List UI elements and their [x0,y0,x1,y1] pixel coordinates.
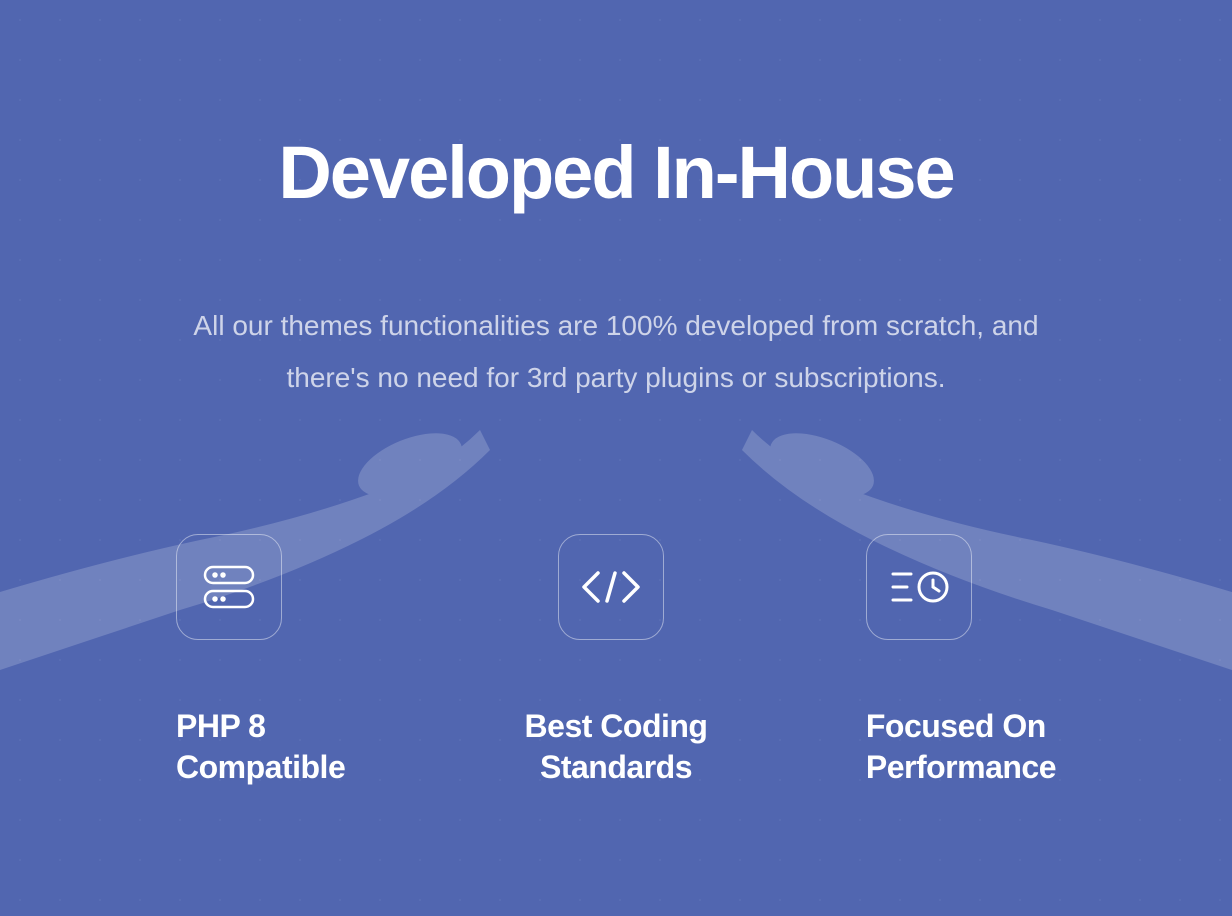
feature-php8: PHP 8 Compatible [176,534,416,789]
features-row: PHP 8 Compatible Best Coding Standards [166,534,1066,789]
list-clock-icon [866,534,972,640]
feature-label: Best Coding Standards [525,706,708,789]
hero-title: Developed In-House [278,130,953,215]
hero-subtitle: All our themes functionalities are 100% … [156,300,1076,404]
feature-coding: Best Coding Standards [496,534,736,789]
feature-label: PHP 8 Compatible [176,706,345,789]
code-icon [558,534,664,640]
feature-performance: Focused On Performance [816,534,1056,789]
server-icon [176,534,282,640]
feature-label: Focused On Performance [866,706,1056,789]
